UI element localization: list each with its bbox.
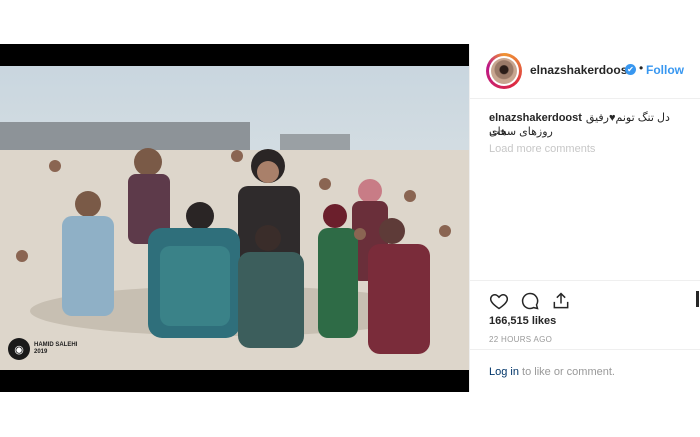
post-header: elnazshakerdoost ✔ • Follow [470, 44, 700, 99]
avatar-border [489, 56, 519, 86]
photo-building [280, 134, 350, 152]
likes-count[interactable]: 166,515 likes [489, 315, 556, 327]
post-media: ◉ HAMID SALEHI 2019 [0, 44, 469, 392]
login-link[interactable]: Log in [489, 366, 519, 378]
login-prompt: Log in to like or comment. [489, 366, 615, 378]
caption-text-line2: روزهای سخت [489, 126, 553, 138]
username-link[interactable]: elnazshakerdoost [530, 63, 631, 77]
post-timestamp[interactable]: 22 HOURS AGO [489, 335, 552, 344]
comment-bar: Log in to like or comment. [470, 349, 700, 392]
photo-watermark: ◉ HAMID SALEHI 2019 [8, 338, 77, 360]
heart-icon[interactable] [489, 291, 509, 311]
photo-illustration [0, 122, 469, 370]
action-bar [470, 280, 700, 310]
post-photo[interactable]: ◉ HAMID SALEHI 2019 [0, 66, 469, 370]
load-more-comments-button[interactable]: Load more comments [489, 143, 595, 155]
bookmark-icon[interactable] [696, 291, 699, 307]
photo-wall [0, 122, 250, 152]
follow-button[interactable]: Follow [646, 63, 684, 77]
caption-username[interactable]: elnazshakerdoost [489, 112, 582, 124]
separator-dot: • [639, 61, 644, 75]
watermark-line-2: 2019 [34, 349, 48, 355]
comment-icon[interactable] [520, 291, 540, 311]
post-modal: ◉ HAMID SALEHI 2019 elnazshakerdoost ✔ •… [0, 44, 700, 392]
login-prompt-text: to like or comment. [518, 366, 615, 378]
avatar[interactable] [486, 53, 522, 89]
watermark-text: HAMID SALEHI 2019 [34, 342, 77, 356]
avatar-image [491, 58, 517, 84]
post-sidebar: elnazshakerdoost ✔ • Follow elnazshakerd… [469, 44, 700, 392]
share-icon[interactable] [551, 291, 571, 311]
verified-badge-icon: ✔ [625, 64, 636, 75]
watermark-line-1: HAMID SALEHI [34, 342, 78, 348]
watermark-logo-icon: ◉ [8, 338, 30, 360]
